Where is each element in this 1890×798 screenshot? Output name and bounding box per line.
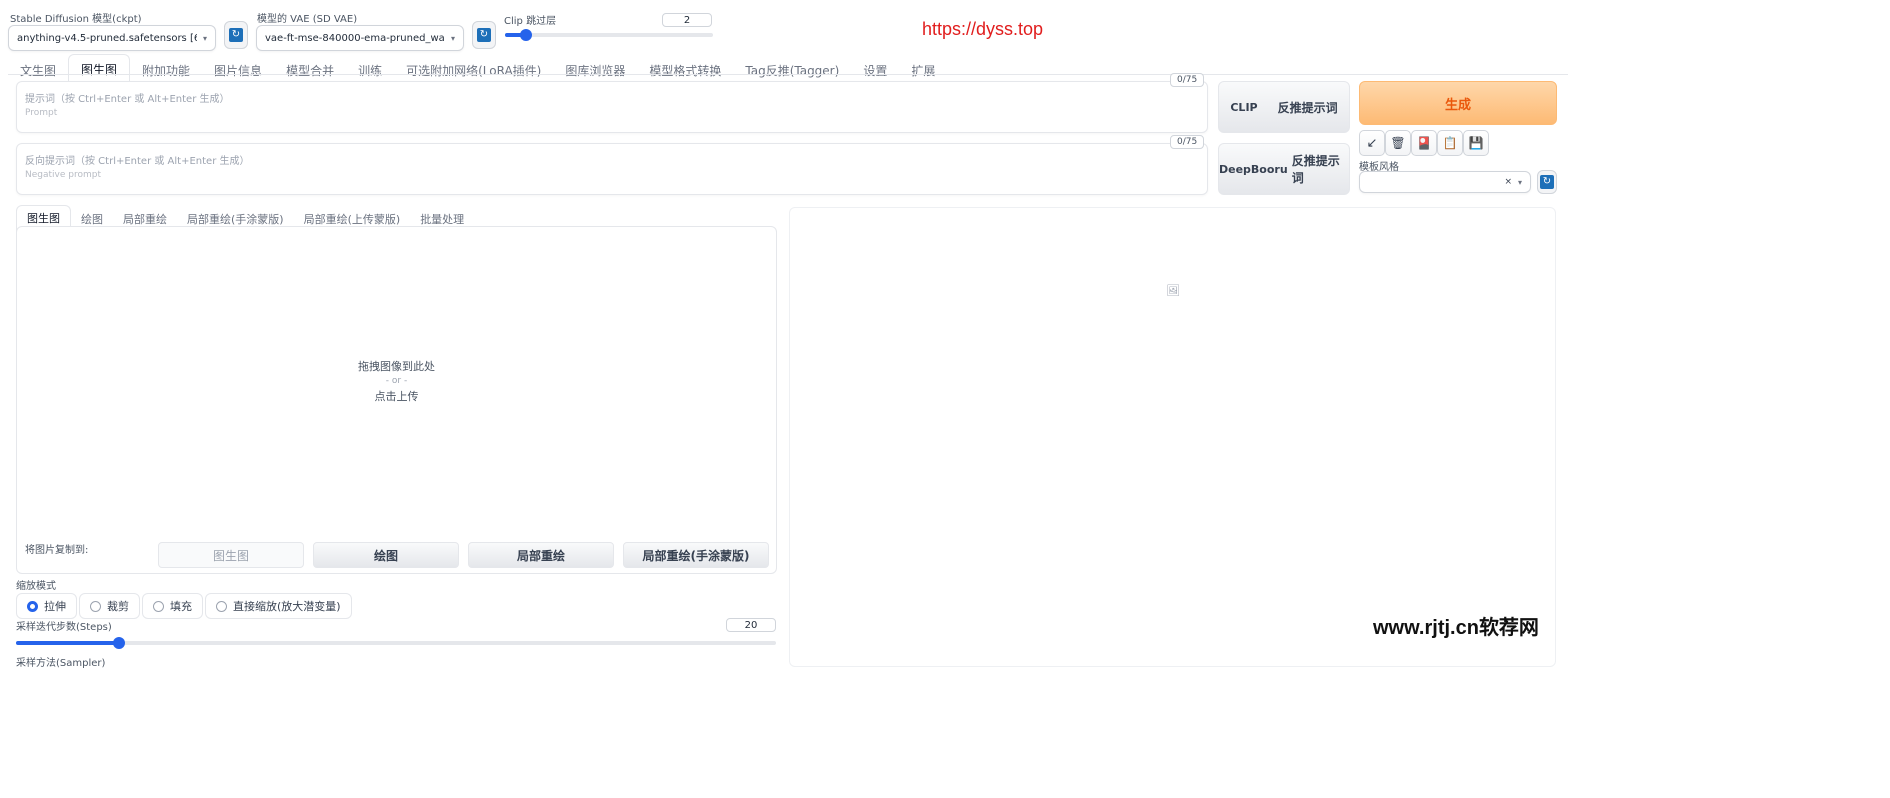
resize-mode-label: 缩放模式: [16, 581, 56, 592]
chevron-down-icon: ▾: [1517, 177, 1522, 187]
upload-or-text: - or -: [385, 376, 408, 386]
watermark-url: https://dyss.top: [922, 19, 1044, 39]
clip-prefix: CLIP: [1230, 100, 1258, 114]
clip-skip-thumb[interactable]: [519, 29, 532, 41]
watermark-site: www.rjtj.cn软荐网: [1373, 617, 1539, 639]
clip-skip-label: Clip 跳过层: [504, 16, 557, 27]
ckpt-value: anything-v4.5-pruned.safetensors [6e430e…: [17, 32, 197, 44]
clear-icon[interactable]: ×: [1504, 177, 1512, 187]
vae-refresh-button[interactable]: ↻: [472, 21, 496, 49]
refresh-icon: ↻: [229, 28, 243, 42]
prompt-hint: 提示词（按 Ctrl+Enter 或 Alt+Enter 生成）: [25, 94, 230, 105]
clip-skip-slider[interactable]: [505, 29, 713, 41]
resize-option-label: 直接缩放(放大潜变量): [233, 600, 341, 613]
refresh-icon: ↻: [477, 28, 491, 42]
steps-fill: [16, 641, 119, 645]
resize-option-2[interactable]: 填充: [142, 593, 203, 619]
negative-prompt-placeholder: Negative prompt: [25, 170, 101, 180]
card-icon: 🎴: [1416, 136, 1432, 150]
clip-interrogate-label: 反推提示词: [1277, 100, 1338, 115]
style-dropdown[interactable]: × ▾: [1359, 171, 1531, 193]
vae-value: vae-ft-mse-840000-ema-pruned_wanghong.sa…: [265, 32, 445, 44]
image-upload-area[interactable]: 拖拽图像到此处 - or - 点击上传 将图片复制到: 图生图 绘图 局部重绘 …: [16, 226, 777, 574]
negative-prompt-input[interactable]: 反向提示词（按 Ctrl+Enter 或 Alt+Enter 生成） Negat…: [16, 143, 1208, 195]
negative-token-counter: 0/75: [1170, 135, 1205, 149]
chevron-down-icon: ▾: [202, 33, 207, 43]
copy-to-sketch-button[interactable]: 绘图: [313, 542, 459, 568]
steps-slider[interactable]: [16, 637, 776, 649]
steps-input[interactable]: 20: [726, 618, 776, 632]
output-gallery: 🖼: [789, 207, 1556, 667]
prompt-token-counter: 0/75: [1170, 73, 1205, 87]
radio-dot: [153, 600, 164, 612]
trash-icon: 🗑: [1390, 136, 1406, 150]
chevron-down-icon: ▾: [450, 33, 455, 43]
copy-to-img2img-button[interactable]: 图生图: [158, 542, 304, 568]
generate-button[interactable]: 生成: [1359, 81, 1557, 125]
resize-option-label: 填充: [170, 600, 192, 613]
resize-option-1[interactable]: 裁剪: [79, 593, 140, 619]
upload-drag-text: 拖拽图像到此处: [358, 360, 435, 373]
sampler-label: 采样方法(Sampler): [16, 658, 106, 669]
ckpt-refresh-button[interactable]: ↻: [224, 21, 248, 49]
resize-option-label: 拉伸: [44, 600, 66, 613]
radio-dot: [216, 600, 227, 612]
prompt-input[interactable]: 提示词（按 Ctrl+Enter 或 Alt+Enter 生成） Prompt: [16, 81, 1208, 133]
save-style-button[interactable]: 💾: [1463, 130, 1489, 156]
upload-click-text: 点击上传: [374, 390, 419, 403]
deepbooru-interrogate-button[interactable]: DeepBooru 反推提示词: [1218, 143, 1350, 195]
clear-prompt-button[interactable]: 🗑: [1385, 130, 1411, 156]
vae-dropdown[interactable]: vae-ft-mse-840000-ema-pruned_wanghong.sa…: [256, 25, 464, 51]
read-params-button[interactable]: ↙: [1359, 130, 1385, 156]
save-icon: 💾: [1468, 136, 1484, 150]
steps-thumb[interactable]: [112, 637, 125, 649]
deepbooru-interrogate-label: 反推提示词: [1291, 154, 1340, 185]
clip-skip-input[interactable]: 2: [662, 13, 712, 27]
refresh-icon: ↻: [1540, 175, 1554, 189]
style-refresh-button[interactable]: ↻: [1537, 170, 1557, 194]
radio-dot: [90, 600, 101, 612]
ckpt-dropdown[interactable]: anything-v4.5-pruned.safetensors [6e430e…: [8, 25, 216, 51]
apply-style-button[interactable]: 📋: [1437, 130, 1463, 156]
resize-option-3[interactable]: 直接缩放(放大潜变量): [205, 593, 352, 619]
copy-to-inpaint-button[interactable]: 局部重绘: [468, 542, 614, 568]
resize-option-label: 裁剪: [107, 600, 129, 613]
extra-networks-button[interactable]: 🎴: [1411, 130, 1437, 156]
copy-to-inpaint-sketch-button[interactable]: 局部重绘(手涂蒙版): [623, 542, 769, 568]
steps-label: 采样迭代步数(Steps): [16, 622, 112, 633]
negative-prompt-hint: 反向提示词（按 Ctrl+Enter 或 Alt+Enter 生成）: [25, 156, 250, 167]
clip-interrogate-button[interactable]: CLIP 反推提示词: [1218, 81, 1350, 133]
deepbooru-prefix: DeepBooru: [1219, 162, 1288, 176]
image-placeholder-icon: 🖼: [1166, 284, 1180, 297]
radio-dot: [27, 600, 38, 612]
ckpt-label: Stable Diffusion 模型(ckpt): [10, 14, 142, 25]
resize-option-0[interactable]: 拉伸: [16, 593, 77, 619]
clipboard-icon: 📋: [1442, 136, 1458, 150]
copy-to-label: 将图片复制到:: [25, 545, 89, 556]
resize-mode-group: 拉伸 裁剪 填充 直接缩放(放大潜变量): [16, 593, 352, 619]
arrow-icon: ↙: [1366, 135, 1378, 151]
prompt-placeholder: Prompt: [25, 108, 58, 118]
vae-label: 模型的 VAE (SD VAE): [257, 14, 358, 25]
tabs-divider: [8, 74, 1568, 75]
